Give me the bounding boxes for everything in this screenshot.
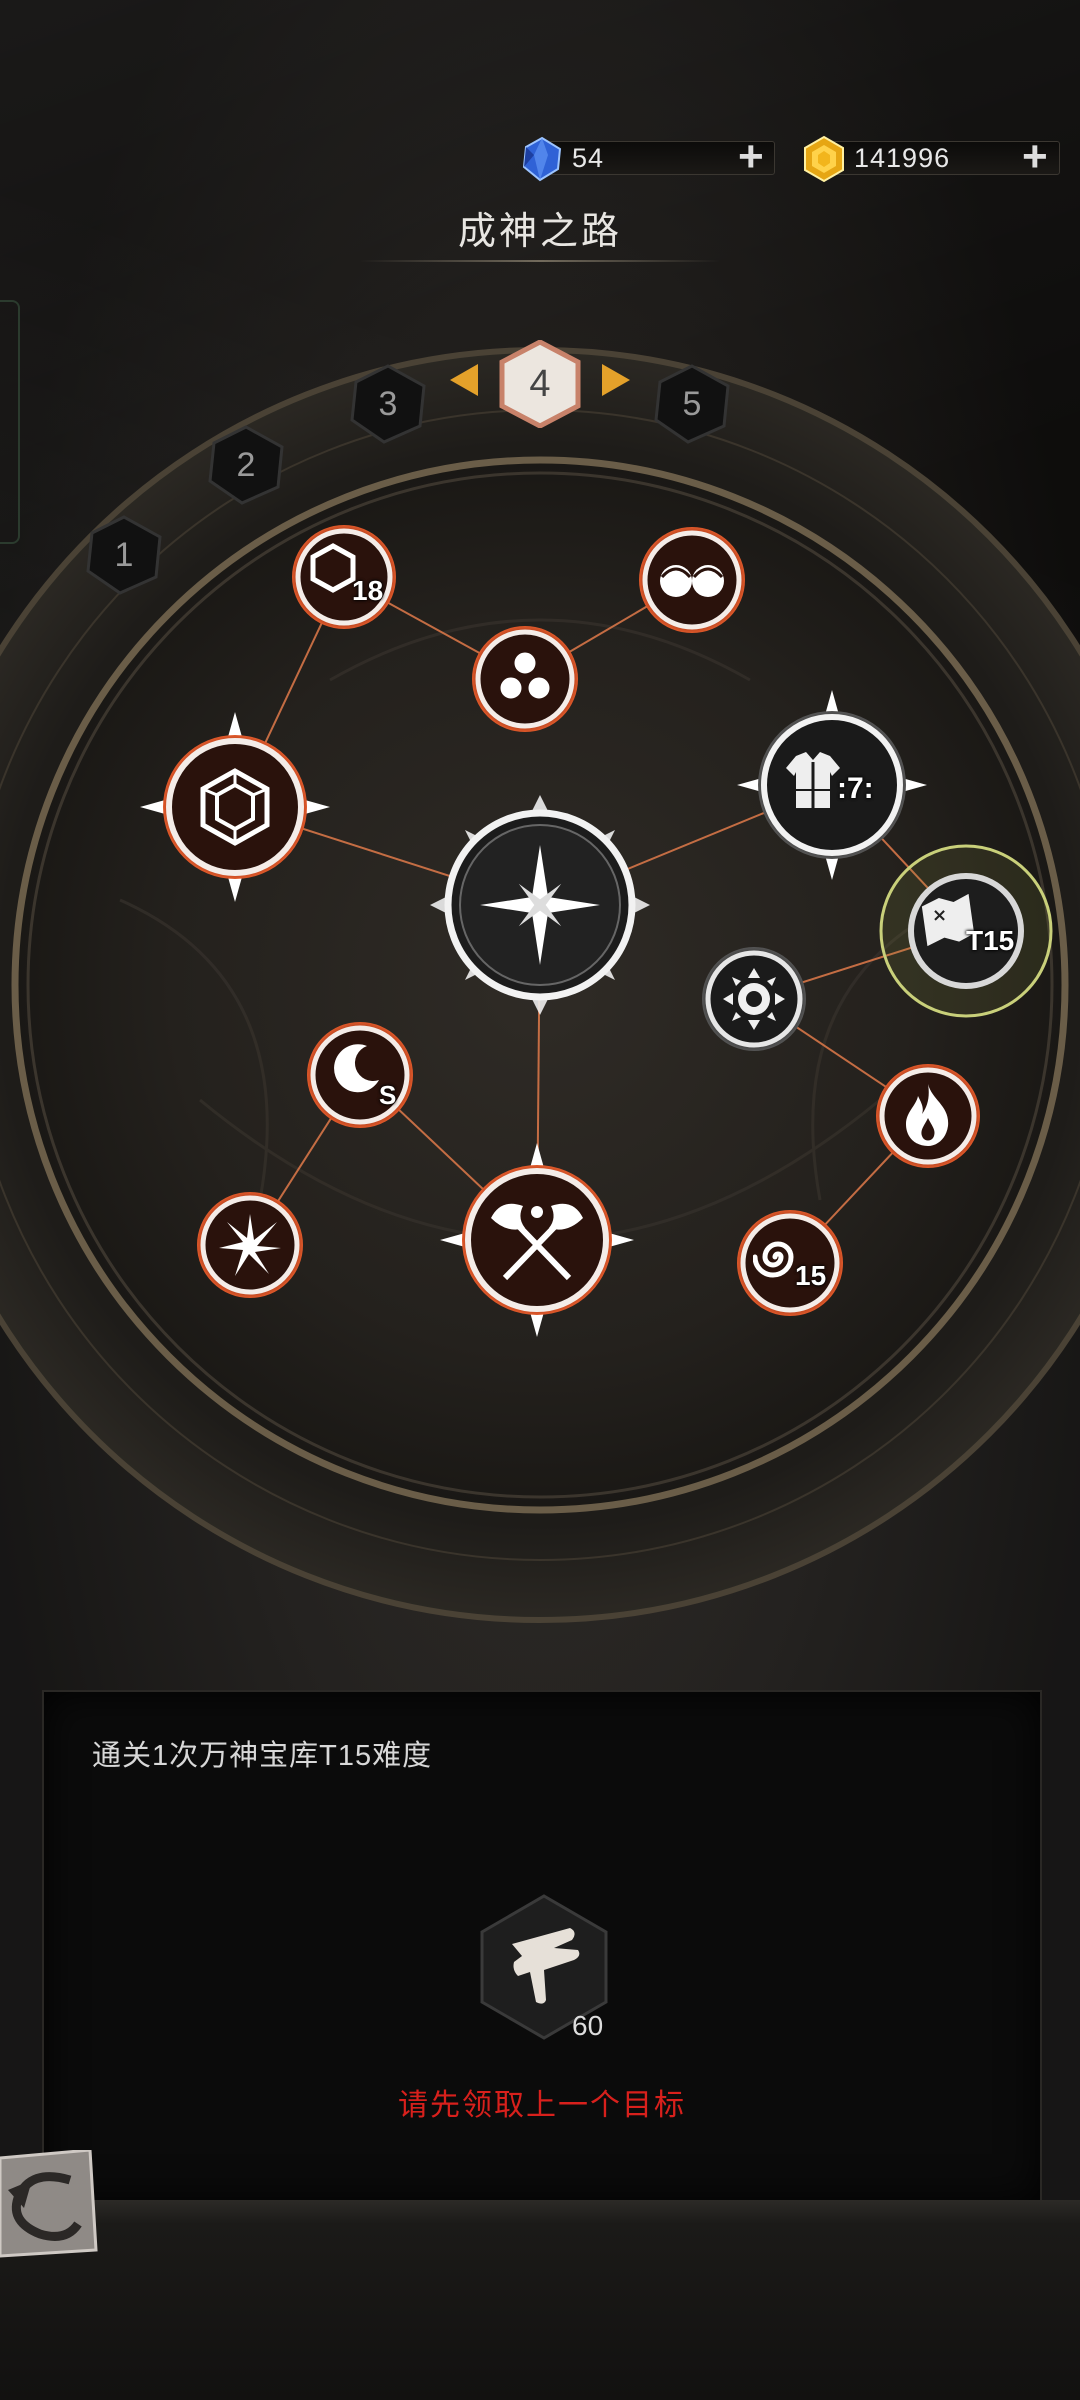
crescent-s-label: S [379,1080,397,1110]
double-orb-icon [660,565,724,597]
tier-2-label: 2 [236,445,256,484]
tier-2-hexagon[interactable]: 2 [204,423,288,507]
next-tier-arrow[interactable] [602,364,630,396]
hexagon-18-label: 18 [352,575,384,606]
crescent-s-node[interactable]: S [305,1020,415,1130]
hexagon-18-node[interactable]: 18 [290,523,398,631]
task-description: 通关1次万神宝库T15难度 [92,1740,433,1772]
page-title: 成神之路 [457,211,622,253]
fire-node[interactable] [874,1062,982,1170]
tier-3-hexagon[interactable]: 3 [346,362,430,446]
burst-node[interactable] [195,1190,305,1300]
warning-text: 请先领取上一个目标 [398,2089,686,2122]
reward-count: 60 [572,2010,604,2041]
tier-4-hexagon[interactable]: 4 [498,340,582,428]
diamond-value: 54 [572,143,605,173]
gear-icon [723,968,785,1030]
tier-3-label: 3 [378,384,398,423]
armor-set-label: :7: [837,772,874,805]
tier-4-label: 4 [529,362,551,405]
hexagon-gem-node[interactable] [140,712,330,902]
hexagon-outline-icon [310,543,356,593]
crossed-axes-icon [491,1203,583,1281]
compass-star-icon [480,845,600,965]
hexagon-gem-icon [200,768,270,846]
double-orb-node[interactable] [637,525,747,635]
spiral-15-node[interactable]: 15 [735,1208,845,1318]
spiral-15-label: 15 [795,1260,827,1291]
tier-1-label: 1 [114,535,134,574]
triple-orb-icon [497,649,553,702]
vault-t15-label: T15 [966,925,1015,956]
flame-icon [906,1084,949,1146]
prev-tier-arrow[interactable] [450,364,478,396]
title-divider [360,260,720,262]
add-gold-button[interactable]: + [1022,135,1048,179]
back-button[interactable] [0,2150,100,2260]
task-panel: 通关1次万神宝库T15难度 60 请先领取上一个目标 [42,1690,1042,2204]
burst-icon [219,1214,281,1276]
tier-1-hexagon[interactable]: 1 [82,513,166,597]
crescent-icon [334,1044,379,1093]
blue-crystal-icon [522,136,562,182]
diamond-currency: 54 + [518,135,778,182]
gold-coin-icon [804,135,844,183]
bottom-strip [0,2200,1080,2400]
gear-node[interactable] [700,945,808,1053]
armor-icon [786,752,840,808]
tier-5-label: 5 [682,384,702,423]
vault-t15-node[interactable]: × T15 [878,843,1054,1019]
center-node[interactable] [430,795,650,1015]
crossed-axes-node[interactable] [440,1143,634,1337]
gold-currency: 141996 + [800,135,1060,183]
add-diamond-button[interactable]: + [738,135,764,179]
tier-5-hexagon[interactable]: 5 [650,362,734,446]
gold-value: 141996 [854,143,951,173]
svg-text:×: × [932,905,947,926]
triple-orb-node[interactable] [470,624,580,734]
